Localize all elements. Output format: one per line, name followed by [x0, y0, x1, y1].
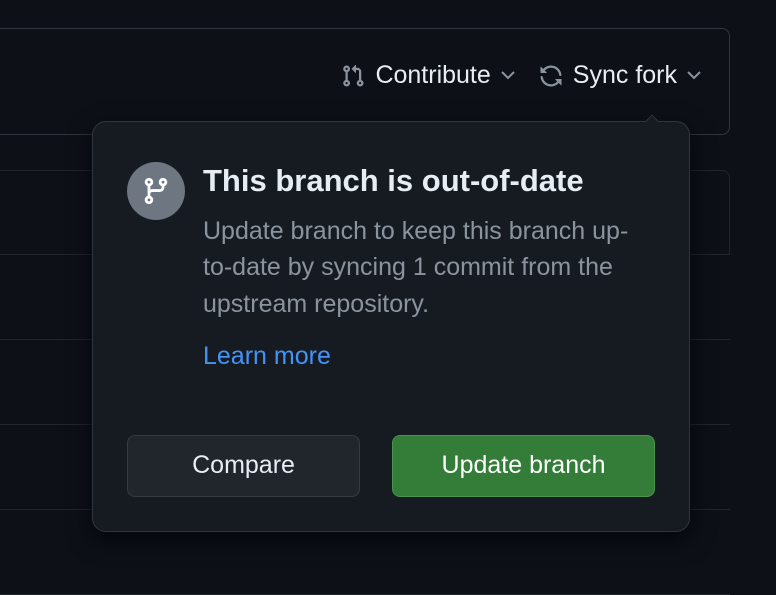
- caret-down-icon: [501, 71, 515, 80]
- contribute-button[interactable]: Contribute: [341, 61, 514, 90]
- git-branch-icon: [141, 176, 171, 206]
- sync-fork-popover: This branch is out-of-date Update branch…: [92, 121, 690, 532]
- sync-fork-label: Sync fork: [573, 61, 677, 90]
- branch-toolbar: Contribute Sync fork: [0, 29, 729, 90]
- popover-title: This branch is out-of-date: [203, 162, 655, 199]
- update-branch-button[interactable]: Update branch: [392, 435, 655, 497]
- learn-more-link[interactable]: Learn more: [203, 342, 331, 370]
- popover-description: Update branch to keep this branch up-to-…: [203, 213, 655, 322]
- contribute-label: Contribute: [375, 61, 490, 90]
- popover-footer: Compare Update branch: [93, 407, 689, 531]
- popover-caret: [640, 111, 662, 122]
- caret-down-icon: [687, 71, 701, 80]
- compare-button[interactable]: Compare: [127, 435, 360, 497]
- header-panel: Contribute Sync fork: [0, 28, 730, 135]
- sync-icon: [539, 64, 563, 88]
- git-pull-request-icon: [341, 64, 365, 88]
- branch-status-icon-circle: [127, 162, 185, 220]
- popover-content: This branch is out-of-date Update branch…: [203, 162, 655, 371]
- sync-fork-button[interactable]: Sync fork: [539, 61, 701, 90]
- popover-body: This branch is out-of-date Update branch…: [93, 122, 689, 407]
